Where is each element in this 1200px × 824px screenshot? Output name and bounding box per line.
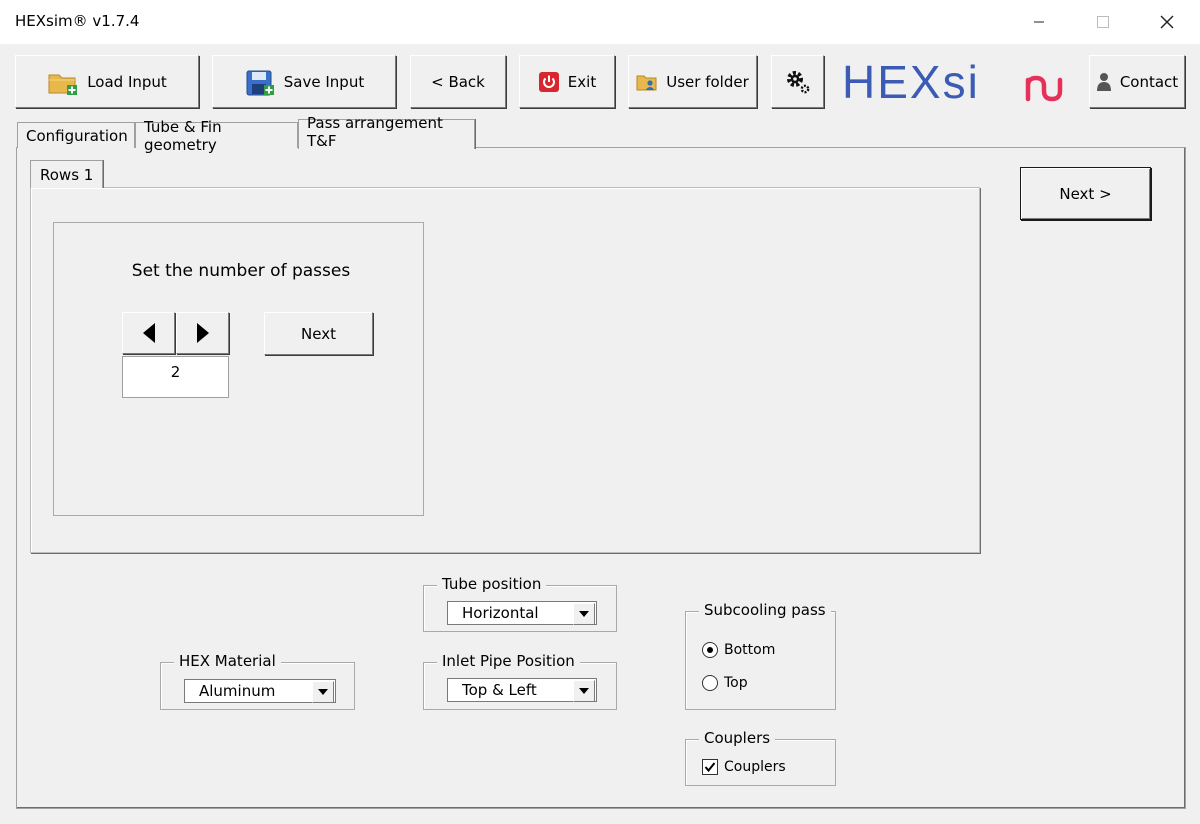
hexsim-logo: HEXsi [842,56,1082,108]
tube-position-legend: Tube position [437,575,547,593]
exit-button[interactable]: Exit [519,55,615,108]
chevron-down-icon[interactable] [312,681,334,703]
minimize-icon [1034,21,1044,23]
chevron-down-icon[interactable] [573,680,595,702]
passes-count-value: 2 [170,363,181,381]
chevron-down-icon[interactable] [573,603,595,625]
passes-next-button[interactable]: Next [264,312,373,355]
inlet-pipe-select[interactable]: Top & Left [447,678,597,702]
back-button[interactable]: < Back [410,55,506,108]
user-folder-icon [636,75,657,90]
maximize-button[interactable] [1080,6,1126,38]
power-icon [538,71,559,92]
radio-unselected-icon[interactable] [702,675,718,691]
couplers-legend: Couplers [699,729,776,747]
hex-material-value: Aluminum [199,682,276,700]
hexsim-logo-graphic: HEXsi [842,56,1063,108]
back-label: < Back [431,72,485,91]
exit-label: Exit [567,72,597,91]
folder-add-icon [48,74,78,95]
inlet-pipe-group: Inlet Pipe Position Top & Left [423,652,617,710]
tube-position-select[interactable]: Horizontal [447,601,597,625]
user-folder-button[interactable]: User folder [628,55,757,108]
inlet-pipe-value: Top & Left [462,681,537,699]
hex-material-select[interactable]: Aluminum [184,679,336,703]
checkbox-checked-icon[interactable] [702,759,718,775]
subcooling-option-bottom[interactable]: Bottom [702,642,775,658]
subcooling-option-top[interactable]: Top [702,675,748,691]
tab-configuration-label: Configuration [26,126,128,145]
tab-pass-arrangement-label: Pass arrangement T&F [307,114,443,150]
tab-configuration[interactable]: Configuration [17,122,135,148]
user-folder-label: User folder [666,72,749,91]
passes-prompt: Set the number of passes [131,261,351,281]
hex-material-group: HEX Material Aluminum [160,652,355,710]
save-input-button[interactable]: Save Input [212,55,396,108]
tab-rows-1[interactable]: Rows 1 [30,160,104,188]
inlet-pipe-legend: Inlet Pipe Position [437,652,580,670]
save-disk-icon [246,70,274,95]
close-icon [1160,15,1174,29]
decrease-passes-button[interactable] [122,312,175,354]
tube-position-group: Tube position Horizontal [423,575,617,632]
close-button[interactable] [1144,6,1190,38]
couplers-group: Couplers Couplers [685,729,836,786]
tab-pass-arrangement[interactable]: Pass arrangement T&F [298,114,475,150]
user-icon [1096,72,1111,91]
subcooling-top-label: Top [724,675,748,691]
arrow-left-icon [142,323,155,343]
radio-selected-icon[interactable] [702,642,718,658]
subcooling-legend: Subcooling pass [699,601,831,619]
increase-passes-button[interactable] [176,312,229,354]
next-main-button[interactable]: Next > [1020,167,1151,220]
contact-label: Contact [1119,72,1179,91]
tab-tube-fin-geometry-label: Tube & Fin geometry [144,117,222,154]
window-title: HEXsim® v1.7.4 [15,12,140,30]
passes-count-field[interactable]: 2 [122,356,229,398]
logo-text: HEXsi [842,58,980,108]
contact-button[interactable]: Contact [1089,55,1185,108]
passes-next-label: Next [301,324,336,343]
load-input-label: Load Input [87,72,167,91]
couplers-checkbox-label: Couplers [724,759,786,775]
subcooling-group: Subcooling pass Bottom Top [685,601,836,710]
gear-icon [786,70,809,93]
maximize-icon [1097,16,1109,28]
hex-material-legend: HEX Material [174,652,281,670]
tab-rows-1-label: Rows 1 [40,165,94,184]
couplers-checkbox[interactable]: Couplers [702,759,786,775]
tab-tube-fin-geometry[interactable]: Tube & Fin geometry [135,118,298,154]
arrow-right-icon [196,323,209,343]
save-input-label: Save Input [283,72,365,91]
subcooling-bottom-label: Bottom [724,642,776,658]
load-input-button[interactable]: Load Input [15,55,199,108]
minimize-button[interactable] [1016,6,1062,38]
tube-position-value: Horizontal [462,604,539,622]
next-main-label: Next > [1059,184,1112,203]
settings-button[interactable] [771,55,824,108]
